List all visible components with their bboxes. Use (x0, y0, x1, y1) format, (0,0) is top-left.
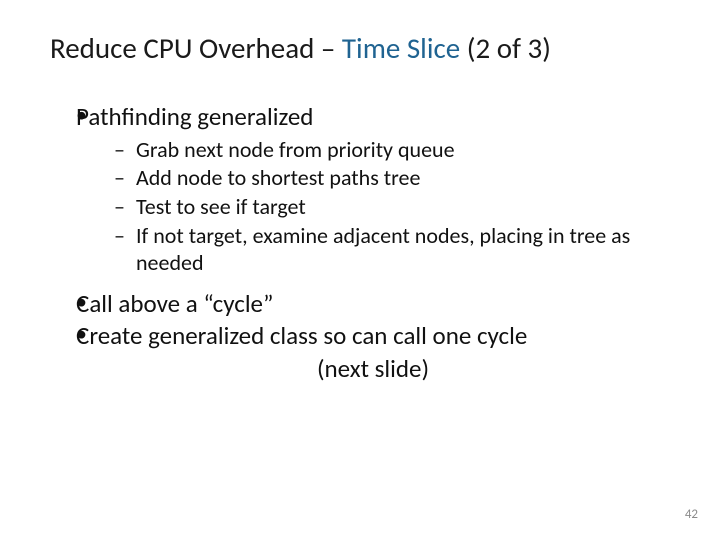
sub-4: If not target, examine adjacent nodes, p… (114, 223, 670, 277)
page-number: 42 (685, 507, 698, 522)
slide: Reduce CPU Overhead – Time Slice (2 of 3… (0, 0, 720, 540)
bullet-1: Pathfinding generalized Grab next node f… (76, 102, 670, 277)
title-part2: (2 of 3) (467, 30, 551, 66)
bullet-3-sub: (next slide) (76, 354, 670, 385)
bullet-3: Create generalized class so can call one… (76, 321, 670, 384)
sub-1: Grab next node from priority queue (114, 137, 670, 164)
slide-title: Reduce CPU Overhead – Time Slice (2 of 3… (50, 30, 670, 66)
title-dash: – (321, 30, 342, 66)
bullet-list: Pathfinding generalized Grab next node f… (50, 102, 670, 384)
title-part1: Reduce CPU Overhead (50, 30, 321, 66)
bullet-1-text: Pathfinding generalized (76, 101, 313, 132)
bullet-3-text: Create generalized class so can call one… (76, 320, 527, 351)
title-accent: Time Slice (342, 30, 467, 66)
slide-body: Pathfinding generalized Grab next node f… (50, 102, 670, 384)
sub-2: Add node to shortest paths tree (114, 165, 670, 192)
bullet-2: Call above a “cycle” (76, 289, 670, 320)
sub-3: Test to see if target (114, 194, 670, 221)
bullet-1-sublist: Grab next node from priority queue Add n… (114, 137, 670, 277)
